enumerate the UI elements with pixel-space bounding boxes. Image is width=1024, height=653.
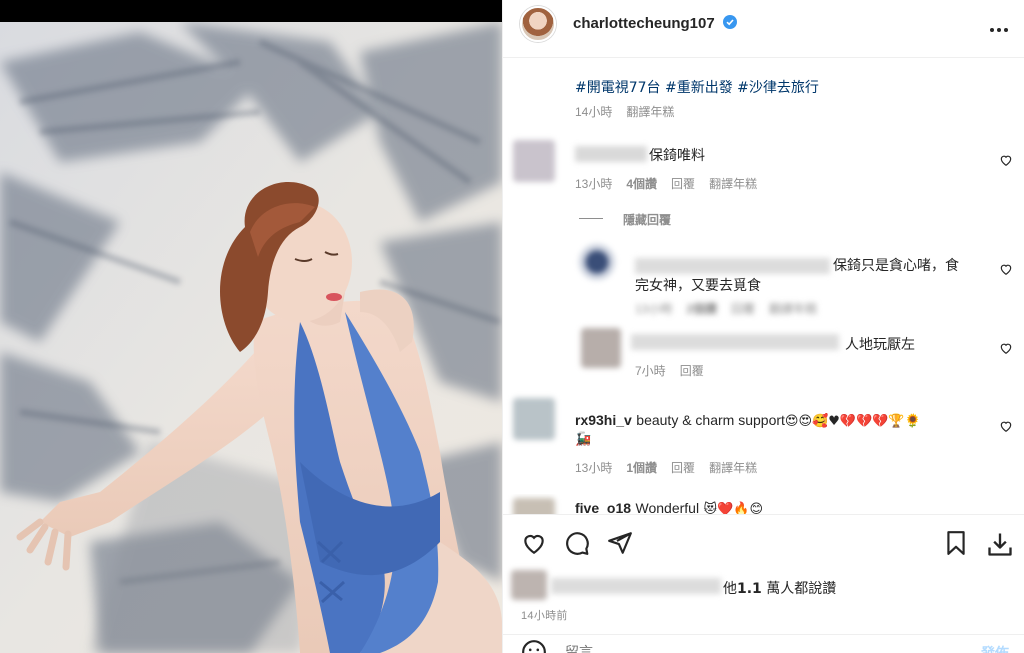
comment-meta: 13小時 2個讚 回覆 翻譯年糕: [635, 300, 817, 317]
beach-photo: [0, 22, 502, 653]
comment-reply-link[interactable]: 回覆: [680, 362, 704, 379]
comment-meta: 13小時 4個讚 回覆 翻譯年糕: [575, 175, 757, 192]
comment-username[interactable]: five_o18: [575, 500, 631, 514]
heart-icon[interactable]: [999, 262, 1013, 281]
comment-emojis: 😍😍🥰♥💔💔💔🏆🌻: [784, 414, 921, 429]
comment-avatar[interactable]: [513, 498, 555, 514]
hide-replies-link[interactable]: 隱藏回覆: [623, 211, 671, 228]
author-username[interactable]: charlottecheung107: [573, 15, 715, 32]
comment-username[interactable]: rx93hi_v: [575, 412, 632, 428]
comment-time[interactable]: 13小時: [575, 175, 612, 192]
likes-count: 1.1: [737, 581, 762, 597]
likes-summary[interactable]: 他1.1 萬人都說讚: [723, 578, 836, 598]
comment-meta: 7小時 回覆: [635, 362, 704, 379]
caption-time[interactable]: 14小時: [575, 103, 612, 120]
comment-time[interactable]: 7小時: [635, 362, 666, 379]
comment-avatar[interactable]: [581, 328, 621, 368]
comment-time[interactable]: 13小時: [575, 459, 612, 476]
comment-body: five_o18 Wonderful 😻❤️🔥😊: [575, 500, 763, 514]
liker-avatar[interactable]: [511, 570, 547, 600]
comment-translate-link[interactable]: 翻譯年糕: [709, 175, 757, 192]
likes-suffix: 萬人都說讚: [761, 581, 837, 597]
caption-translate-link[interactable]: 翻譯年糕: [626, 103, 674, 120]
photo-top-bar: [0, 0, 502, 22]
comment-input[interactable]: [565, 643, 905, 653]
post-time[interactable]: 14小時前: [521, 607, 568, 623]
post-detail-panel: charlottecheung107 #開電視77台 #重新出發 #沙律去旅行 …: [502, 0, 1024, 653]
verified-badge-icon: [723, 15, 737, 29]
header-divider: [503, 57, 1024, 58]
comment-body: rx93hi_v beauty & charm support😍😍🥰♥💔💔💔🏆🌻: [575, 412, 921, 430]
comment-emojis: 😻❤️🔥😊: [703, 502, 763, 514]
liker-username[interactable]: [551, 578, 721, 594]
comment-username[interactable]: [575, 146, 647, 162]
heart-icon[interactable]: [999, 419, 1013, 438]
comment-box-divider: [503, 634, 1024, 635]
comment-avatar[interactable]: [579, 244, 615, 280]
comment-translate-link[interactable]: 翻譯年糕: [709, 459, 757, 476]
share-icon[interactable]: [607, 530, 633, 561]
post-comment-button[interactable]: 發佈: [981, 643, 1009, 653]
comment-translate-link[interactable]: 翻譯年糕: [769, 300, 817, 317]
comment-reply-link[interactable]: 回覆: [731, 300, 755, 317]
author-avatar[interactable]: [520, 6, 556, 42]
comment-text-line2: 完女神，又要去覓食: [635, 278, 761, 294]
hide-replies-line: [579, 218, 603, 219]
comment-time[interactable]: 13小時: [635, 300, 672, 317]
caption-meta: 14小時 翻譯年糕: [575, 103, 674, 120]
heart-icon[interactable]: [521, 530, 547, 561]
instagram-post-view: charlottecheung107 #開電視77台 #重新出發 #沙律去旅行 …: [0, 0, 1024, 653]
comment-text: 人地玩厭左: [845, 337, 915, 353]
post-photo[interactable]: [0, 0, 502, 653]
likes-prefix: 他: [723, 581, 737, 597]
download-icon[interactable]: [986, 530, 1014, 563]
heart-icon[interactable]: [999, 341, 1013, 360]
comment-username[interactable]: [631, 334, 839, 350]
comment-text: beauty & charm support: [636, 412, 785, 428]
actions-divider: [503, 514, 1024, 515]
emoji-icon[interactable]: [521, 639, 547, 653]
comment-likes[interactable]: 4個讚: [626, 175, 657, 192]
comment-text-line1: 保錡只是貪心啫，食: [833, 258, 959, 274]
comment-text: Wonderful: [635, 500, 700, 514]
comment-likes[interactable]: 1個讚: [626, 459, 657, 476]
comment-icon[interactable]: [564, 530, 590, 561]
caption-hashtags[interactable]: #開電視77台 #重新出發 #沙律去旅行: [575, 77, 819, 97]
bookmark-icon[interactable]: [943, 530, 969, 561]
comment-text: 保錡唯料: [649, 148, 705, 164]
comment-clip: five_o18 Wonderful 😻❤️🔥😊: [503, 494, 1024, 514]
comment-extra-emoji: 🚂: [575, 432, 592, 447]
comment-avatar[interactable]: [513, 398, 555, 440]
comment-meta: 13小時 1個讚 回覆 翻譯年糕: [575, 459, 757, 476]
heart-icon[interactable]: [999, 153, 1013, 172]
comment-avatar[interactable]: [513, 140, 555, 182]
comment-reply-link[interactable]: 回覆: [671, 175, 695, 192]
comment-reply-link[interactable]: 回覆: [671, 459, 695, 476]
comment-username[interactable]: [635, 258, 830, 274]
comment-likes[interactable]: 2個讚: [686, 300, 717, 317]
more-horizontal-icon[interactable]: [989, 20, 1009, 32]
